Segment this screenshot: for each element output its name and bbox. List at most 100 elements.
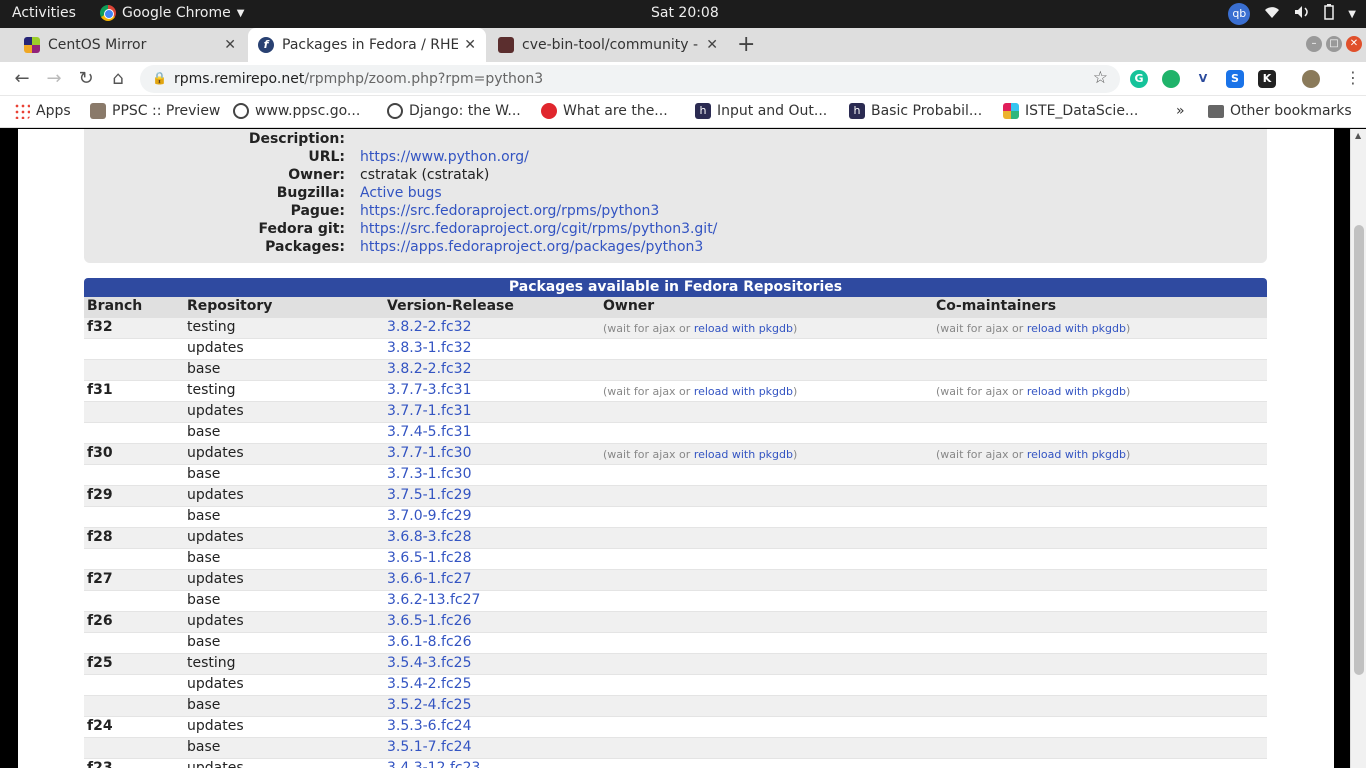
reload-pkgdb-link[interactable]: reload with pkgdb (694, 385, 793, 398)
tab-cve-bin-tool[interactable]: cve-bin-tool/community - ✕ (488, 28, 728, 62)
version-release-link[interactable]: 3.8.2-2.fc32 (387, 361, 471, 377)
version-release-link[interactable]: 3.7.7-1.fc30 (387, 445, 471, 461)
battery-icon[interactable] (1324, 4, 1335, 24)
close-window-icon[interactable]: ✕ (1346, 36, 1362, 52)
branch-cell: f27 (87, 571, 113, 587)
table-row: f24 updates 3.5.3-6.fc24 (84, 717, 1267, 738)
version-release-link[interactable]: 3.7.5-1.fc29 (387, 487, 471, 503)
version-release-link[interactable]: 3.7.7-3.fc31 (387, 382, 471, 398)
reload-pkgdb-link[interactable]: reload with pkgdb (1027, 322, 1126, 335)
repository-cell: base (187, 550, 221, 566)
version-release-link[interactable]: 3.5.4-3.fc25 (387, 655, 471, 671)
version-release-link[interactable]: 3.6.8-3.fc28 (387, 529, 471, 545)
tab-centos-mirror[interactable]: CentOS Mirror ✕ (14, 28, 246, 62)
version-release-link[interactable]: 3.5.3-6.fc24 (387, 718, 471, 734)
version-release-link[interactable]: 3.5.1-7.fc24 (387, 739, 471, 755)
close-icon[interactable]: ✕ (706, 37, 718, 53)
scrollbar-thumb[interactable] (1354, 225, 1364, 675)
vertical-scrollbar[interactable]: ▲ (1350, 129, 1366, 768)
ajax-wait-text: (wait for ajax or (603, 448, 694, 461)
info-link[interactable]: https://www.python.org/ (360, 149, 529, 165)
bookmark-what-are-the[interactable]: What are the... (541, 103, 668, 119)
address-bar[interactable]: 🔒 rpms.remirepo.net/rpmphp/zoom.php?rpm=… (140, 65, 1120, 93)
co-maintainers-cell: (wait for ajax or reload with pkgdb) (936, 385, 1130, 398)
bookmark-iste-datascience[interactable]: ISTE_DataScie... (1003, 103, 1138, 119)
close-icon[interactable]: ✕ (464, 37, 476, 53)
chat-bubble-icon[interactable] (1162, 70, 1180, 88)
info-row: Pague: https://src.fedoraproject.org/rpms… (84, 203, 1267, 221)
version-release-link[interactable]: 3.6.5-1.fc26 (387, 613, 471, 629)
table-row: f25 testing 3.5.4-3.fc25 (84, 654, 1267, 675)
repository-cell: testing (187, 319, 236, 335)
branch-cell: f30 (87, 445, 113, 461)
version-release-link[interactable]: 3.6.5-1.fc28 (387, 550, 471, 566)
grid-icon (14, 103, 30, 119)
table-row: f23 updates 3.4.3-12.fc23 (84, 759, 1267, 768)
tab-packages-fedora[interactable]: f Packages in Fedora / RHEL ✕ (248, 28, 486, 62)
bookmark-ppsc-preview[interactable]: PPSC :: Preview (90, 103, 220, 119)
bookmark-apps[interactable]: Apps (14, 103, 71, 119)
bookmark-basic-probability[interactable]: h Basic Probabil... (849, 103, 982, 119)
app-menu[interactable]: Google Chrome ▼ (100, 5, 244, 21)
bookmark-django[interactable]: Django: the W... (387, 103, 521, 119)
info-link[interactable]: Active bugs (360, 185, 442, 201)
reload-pkgdb-link[interactable]: reload with pkgdb (694, 322, 793, 335)
reload-pkgdb-link[interactable]: reload with pkgdb (694, 448, 793, 461)
reload-pkgdb-link[interactable]: reload with pkgdb (1027, 448, 1126, 461)
grammarly-icon[interactable]: G (1130, 70, 1148, 88)
version-release-link[interactable]: 3.4.3-12.fc23 (387, 760, 480, 768)
version-release-link[interactable]: 3.8.3-1.fc32 (387, 340, 471, 356)
version-release-link[interactable]: 3.6.6-1.fc27 (387, 571, 471, 587)
new-tab-plus-icon[interactable]: + (737, 32, 755, 57)
version-release-link[interactable]: 3.8.2-2.fc32 (387, 319, 471, 335)
activities-button[interactable]: Activities (12, 5, 76, 21)
info-link[interactable]: https://src.fedoraproject.org/cgit/rpms/… (360, 221, 717, 237)
minimize-icon[interactable]: – (1306, 36, 1322, 52)
back-arrow-icon[interactable]: ← (11, 68, 33, 89)
profile-avatar[interactable] (1302, 70, 1320, 88)
info-link[interactable]: https://src.fedoraproject.org/rpms/pytho… (360, 203, 659, 219)
vue-devtools-icon[interactable]: V (1194, 70, 1212, 88)
other-bookmarks[interactable]: Other bookmarks (1208, 103, 1352, 119)
version-release-link[interactable]: 3.7.7-1.fc31 (387, 403, 471, 419)
header-version-release: Version-Release (387, 298, 514, 314)
wifi-icon[interactable] (1264, 5, 1280, 23)
s-extension-icon[interactable]: S (1226, 70, 1244, 88)
bookmarks-overflow-chevron-icon[interactable]: » (1176, 103, 1185, 119)
owner-cell: (wait for ajax or reload with pkgdb) (603, 322, 797, 335)
system-tray[interactable]: qb ▼ (1228, 3, 1356, 25)
reload-pkgdb-link[interactable]: reload with pkgdb (1027, 385, 1126, 398)
home-icon[interactable]: ⌂ (107, 68, 129, 89)
scroll-up-arrow-icon[interactable]: ▲ (1355, 131, 1361, 140)
version-release-link[interactable]: 3.5.2-4.fc25 (387, 697, 471, 713)
qbittorrent-icon[interactable]: qb (1228, 3, 1251, 25)
close-icon[interactable]: ✕ (224, 37, 236, 53)
table-row: updates 3.7.7-1.fc31 (84, 402, 1267, 423)
ajax-suffix-text: ) (793, 385, 798, 398)
clock[interactable]: Sat 20:08 (651, 5, 719, 21)
power-menu-icon[interactable]: ▼ (1348, 9, 1356, 20)
info-label: Description: (248, 131, 345, 147)
info-link[interactable]: https://apps.fedoraproject.org/packages/… (360, 239, 703, 255)
branch-cell: f28 (87, 529, 113, 545)
bookmark-star-icon[interactable]: ☆ (1093, 68, 1108, 88)
version-release-link[interactable]: 3.6.1-8.fc26 (387, 634, 471, 650)
info-label: Bugzilla: (276, 185, 345, 201)
version-release-link[interactable]: 3.7.3-1.fc30 (387, 466, 471, 482)
bookmark-ppsc-gov[interactable]: www.ppsc.go... (233, 103, 360, 119)
version-release-link[interactable]: 3.6.2-13.fc27 (387, 592, 480, 608)
volume-icon[interactable] (1294, 5, 1310, 23)
version-release-link[interactable]: 3.7.4-5.fc31 (387, 424, 471, 440)
reload-icon[interactable]: ↻ (75, 68, 97, 89)
k-extension-icon[interactable]: K (1258, 70, 1276, 88)
info-value: cstratak (cstratak) (360, 167, 490, 183)
table-row: base 3.6.2-13.fc27 (84, 591, 1267, 612)
bookmark-input-output[interactable]: h Input and Out... (695, 103, 827, 119)
forward-arrow-icon[interactable]: → (43, 68, 65, 89)
url-text[interactable]: rpms.remirepo.net/rpmphp/zoom.php?rpm=py… (174, 71, 543, 87)
lock-icon[interactable]: 🔒 (152, 71, 167, 85)
more-menu-icon[interactable]: ⋮ (1345, 68, 1361, 87)
maximize-icon[interactable]: □ (1326, 36, 1342, 52)
version-release-link[interactable]: 3.7.0-9.fc29 (387, 508, 471, 524)
version-release-link[interactable]: 3.5.4-2.fc25 (387, 676, 471, 692)
